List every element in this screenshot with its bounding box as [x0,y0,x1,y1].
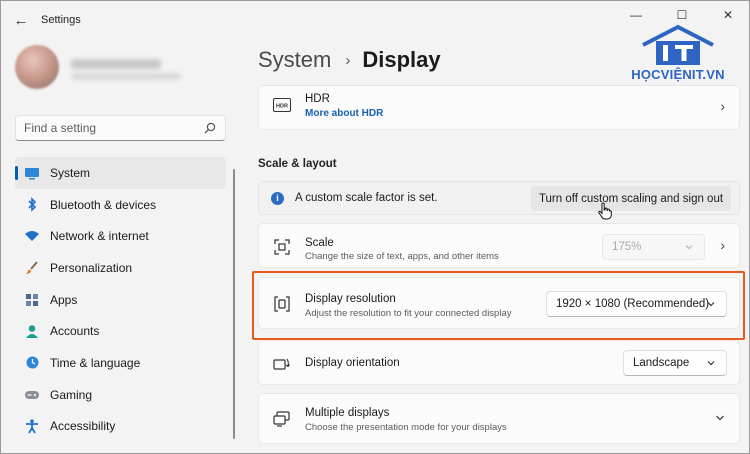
gamepad-icon [24,387,40,403]
hocvienit-logo: HỌCVIỆNIT.VN [623,23,750,91]
sidebar-item-bluetooth[interactable]: Bluetooth & devices [15,189,226,221]
sidebar-item-apps[interactable]: Apps [15,284,226,316]
sidebar-item-label: Personalization [50,260,133,275]
section-title: Scale & layout [258,158,337,170]
sidebar-item-accessibility[interactable]: Accessibility [15,411,226,443]
info-text: A custom scale factor is set. [295,192,438,204]
scale-value: 175% [612,241,642,253]
scale-card[interactable]: Scale Change the size of text, apps, and… [258,223,740,268]
accessibility-icon [24,418,40,434]
bluetooth-icon [24,197,40,213]
sidebar-item-gaming[interactable]: Gaming [15,379,226,411]
sidebar-item-time-language[interactable]: Time & language [15,347,226,379]
hdr-title: HDR [305,93,330,105]
orientation-value: Landscape [633,357,690,369]
apps-icon [24,292,40,308]
hdr-link[interactable]: More about HDR [305,108,383,119]
logo-house-icon [642,24,714,65]
breadcrumb-parent[interactable]: System [258,47,331,73]
svg-text:HDR: HDR [276,104,288,110]
sidebar-item-system[interactable]: System [15,157,226,189]
hdr-icon: HDR [273,96,291,114]
scale-title: Scale [305,237,334,249]
orientation-title: Display orientation [305,357,400,369]
back-arrow-icon[interactable]: ← [11,11,31,31]
chevron-down-icon[interactable] [715,410,725,426]
turn-off-custom-scaling-button[interactable]: Turn off custom scaling and sign out [531,186,731,211]
sidebar-item-label: Apps [50,292,78,307]
sidebar-item-label: Accessibility [50,419,116,434]
chevron-down-icon [707,361,715,366]
info-icon: i [271,192,284,205]
person-icon [24,323,40,339]
sidebar-item-personalization[interactable]: Personalization [15,252,226,284]
sidebar-item-label: System [50,165,91,180]
multiple-displays-title: Multiple displays [305,407,390,419]
hdr-card[interactable]: HDR HDR More about HDR › [258,85,740,130]
multiple-displays-subtitle: Choose the presentation mode for your di… [305,422,507,433]
sidebar-item-label: Accounts [50,324,100,339]
highlight-box [252,271,745,340]
search-input[interactable] [24,116,204,140]
brush-icon [24,260,40,276]
wifi-icon [24,228,40,244]
sidebar-item-label: Gaming [50,387,93,402]
sidebar-item-label: Time & language [50,355,141,370]
sidebar-nav: System Bluetooth & devices Network & int… [15,157,226,442]
sidebar-item-accounts[interactable]: Accounts [15,315,226,347]
orientation-icon [273,355,291,373]
app-title: Settings [41,14,81,26]
custom-scale-infobar: i A custom scale factor is set. Turn off… [258,181,740,215]
display-orientation-card: Display orientation Landscape [258,340,740,385]
chevron-right-icon: › [720,237,725,253]
user-profile[interactable] [15,45,225,89]
globe-clock-icon [24,355,40,371]
sidebar-item-label: Network & internet [50,229,149,244]
search-box [15,115,226,141]
multiple-displays-card[interactable]: Multiple displays Choose the presentatio… [258,393,740,444]
avatar [15,45,59,89]
hand-cursor-icon [598,202,612,220]
logo-text: HỌCVIỆNIT.VN [631,67,725,82]
sidebar-scrollbar[interactable] [233,169,235,439]
search-icon[interactable] [203,121,217,135]
chevron-down-icon [685,245,693,250]
sidebar-item-network[interactable]: Network & internet [15,220,226,252]
profile-name-blurred [71,59,161,69]
scale-icon [273,238,291,256]
page-title: Display [362,47,441,72]
chevron-right-icon: › [720,98,725,114]
profile-email-blurred [71,73,181,80]
scale-dropdown[interactable]: 175% [602,234,705,260]
settings-window: ← Settings — ☐ ✕ System [0,0,750,454]
scale-subtitle: Change the size of text, apps, and other… [305,251,499,262]
breadcrumb: System › Display [258,47,441,73]
orientation-dropdown[interactable]: Landscape [623,350,727,376]
multiple-displays-icon [273,410,291,428]
breadcrumb-separator: › [345,51,351,69]
display-icon [24,165,40,181]
sidebar-item-label: Bluetooth & devices [50,197,157,212]
